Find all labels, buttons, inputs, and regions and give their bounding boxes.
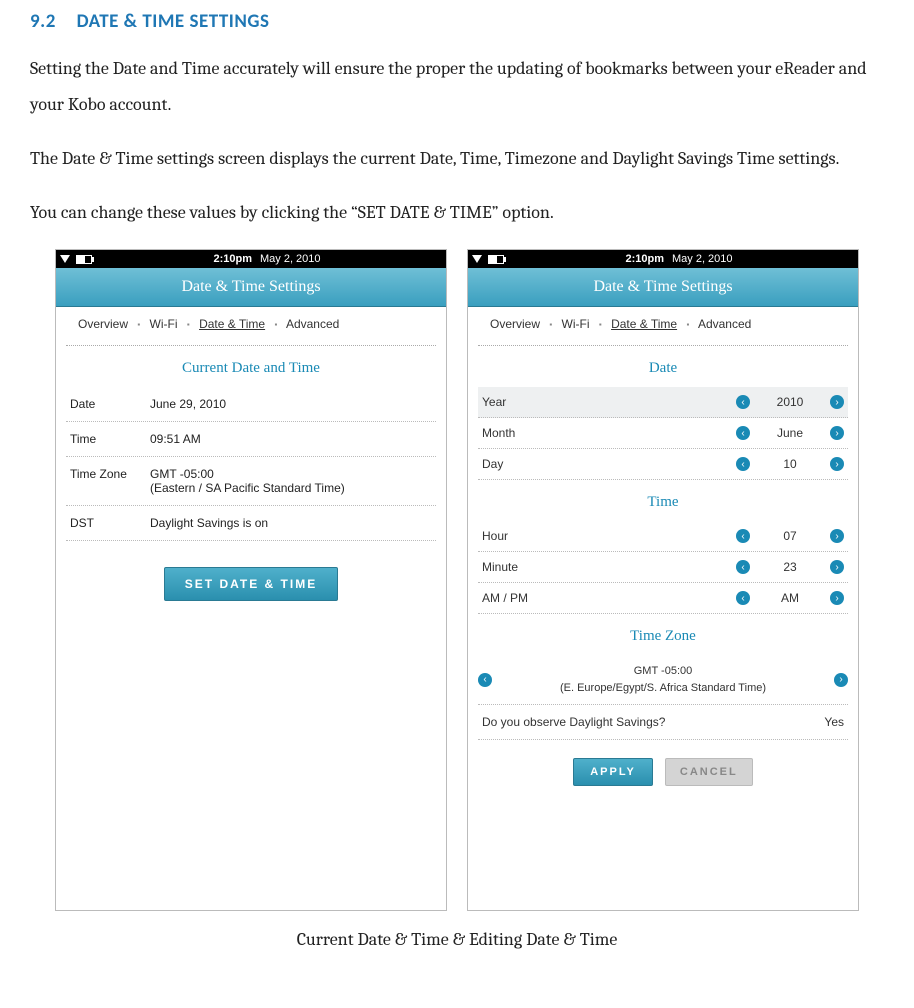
- hour-prev-icon[interactable]: ‹: [736, 529, 750, 543]
- screen-title: Date & Time Settings: [468, 268, 858, 307]
- status-bar: 2:10pm May 2, 2010: [56, 250, 446, 268]
- row-timezone: Time Zone GMT -05:00 (Eastern / SA Pacif…: [66, 457, 436, 506]
- time-heading: Time: [468, 480, 858, 521]
- label-time: Time: [70, 432, 150, 446]
- day-prev-icon[interactable]: ‹: [736, 457, 750, 471]
- value-timezone: GMT -05:00 (E. Europe/Egypt/S. Africa St…: [492, 663, 834, 696]
- year-prev-icon[interactable]: ‹: [736, 395, 750, 409]
- apply-button[interactable]: APPLY: [573, 758, 653, 786]
- set-date-time-button[interactable]: SET DATE & TIME: [164, 567, 338, 601]
- breadcrumb-overview[interactable]: Overview: [78, 317, 128, 331]
- label-year: Year: [482, 395, 694, 409]
- section-number: 9.2: [30, 10, 56, 33]
- label-day: Day: [482, 457, 694, 471]
- wifi-icon: [60, 255, 70, 263]
- cancel-button[interactable]: CANCEL: [665, 758, 753, 786]
- ampm-prev-icon[interactable]: ‹: [736, 591, 750, 605]
- status-date: May 2, 2010: [672, 253, 733, 265]
- breadcrumb-wifi[interactable]: Wi-Fi: [562, 317, 590, 331]
- status-date: May 2, 2010: [260, 253, 321, 265]
- status-time: 2:10pm: [625, 253, 664, 265]
- breadcrumb: Overview ▪ Wi-Fi ▪ Date & Time ▪ Advance…: [478, 307, 848, 346]
- year-next-icon[interactable]: ›: [830, 395, 844, 409]
- label-month: Month: [482, 426, 694, 440]
- row-month[interactable]: Month ‹ June ›: [478, 418, 848, 449]
- value-time: 09:51 AM: [150, 432, 432, 446]
- row-date: Date June 29, 2010: [66, 387, 436, 422]
- day-next-icon[interactable]: ›: [830, 457, 844, 471]
- screenshot-row: 2:10pm May 2, 2010 Date & Time Settings …: [30, 249, 884, 911]
- value-minute: 23: [772, 560, 808, 574]
- breadcrumb-wifi[interactable]: Wi-Fi: [150, 317, 178, 331]
- tz-prev-icon[interactable]: ‹: [478, 673, 492, 687]
- value-year: 2010: [772, 395, 808, 409]
- value-day: 10: [772, 457, 808, 471]
- month-next-icon[interactable]: ›: [830, 426, 844, 440]
- row-hour[interactable]: Hour ‹ 07 ›: [478, 521, 848, 552]
- wifi-icon: [472, 255, 482, 263]
- value-hour: 07: [772, 529, 808, 543]
- hour-next-icon[interactable]: ›: [830, 529, 844, 543]
- value-dst-answer: Yes: [824, 715, 844, 729]
- row-ampm[interactable]: AM / PM ‹ AM ›: [478, 583, 848, 614]
- date-heading: Date: [468, 346, 858, 387]
- row-timezone-spinner[interactable]: ‹ GMT -05:00 (E. Europe/Egypt/S. Africa …: [478, 655, 848, 705]
- month-prev-icon[interactable]: ‹: [736, 426, 750, 440]
- section-title-text: DATE & TIME SETTINGS: [77, 10, 270, 33]
- device-current-datetime: 2:10pm May 2, 2010 Date & Time Settings …: [55, 249, 447, 911]
- value-month: June: [772, 426, 808, 440]
- status-bar: 2:10pm May 2, 2010: [468, 250, 858, 268]
- breadcrumb-datetime[interactable]: Date & Time: [199, 317, 265, 331]
- label-minute: Minute: [482, 560, 694, 574]
- row-day[interactable]: Day ‹ 10 ›: [478, 449, 848, 480]
- status-time: 2:10pm: [213, 253, 252, 265]
- breadcrumb-advanced[interactable]: Advanced: [698, 317, 751, 331]
- breadcrumb-advanced[interactable]: Advanced: [286, 317, 339, 331]
- value-date: June 29, 2010: [150, 397, 432, 411]
- label-timezone: Time Zone: [70, 467, 150, 481]
- section-heading: 9.2 DATE & TIME SETTINGS: [30, 10, 884, 33]
- value-dst: Daylight Savings is on: [150, 516, 432, 530]
- minute-prev-icon[interactable]: ‹: [736, 560, 750, 574]
- breadcrumb-overview[interactable]: Overview: [490, 317, 540, 331]
- intro-paragraph-1: Setting the Date and Time accurately wil…: [30, 51, 884, 123]
- row-minute[interactable]: Minute ‹ 23 ›: [478, 552, 848, 583]
- row-time: Time 09:51 AM: [66, 422, 436, 457]
- label-ampm: AM / PM: [482, 591, 694, 605]
- label-dst-question: Do you observe Daylight Savings?: [482, 715, 824, 729]
- battery-icon: [488, 255, 504, 264]
- breadcrumb: Overview ▪ Wi-Fi ▪ Date & Time ▪ Advance…: [66, 307, 436, 346]
- breadcrumb-datetime[interactable]: Date & Time: [611, 317, 677, 331]
- intro-paragraph-2: The Date & Time settings screen displays…: [30, 141, 884, 177]
- device-edit-datetime: 2:10pm May 2, 2010 Date & Time Settings …: [467, 249, 859, 911]
- tz-next-icon[interactable]: ›: [834, 673, 848, 687]
- minute-next-icon[interactable]: ›: [830, 560, 844, 574]
- ampm-next-icon[interactable]: ›: [830, 591, 844, 605]
- row-dst-question[interactable]: Do you observe Daylight Savings? Yes: [478, 705, 848, 740]
- label-date: Date: [70, 397, 150, 411]
- label-hour: Hour: [482, 529, 694, 543]
- battery-icon: [76, 255, 92, 264]
- row-year[interactable]: Year ‹ 2010 ›: [478, 387, 848, 418]
- timezone-heading: Time Zone: [468, 614, 858, 655]
- screen-title: Date & Time Settings: [56, 268, 446, 307]
- value-timezone: GMT -05:00 (Eastern / SA Pacific Standar…: [150, 467, 432, 495]
- current-datetime-heading: Current Date and Time: [56, 346, 446, 387]
- row-dst: DST Daylight Savings is on: [66, 506, 436, 541]
- figure-caption: Current Date & Time & Editing Date & Tim…: [30, 929, 884, 950]
- intro-paragraph-3: You can change these values by clicking …: [30, 195, 884, 231]
- value-ampm: AM: [772, 591, 808, 605]
- label-dst: DST: [70, 516, 150, 530]
